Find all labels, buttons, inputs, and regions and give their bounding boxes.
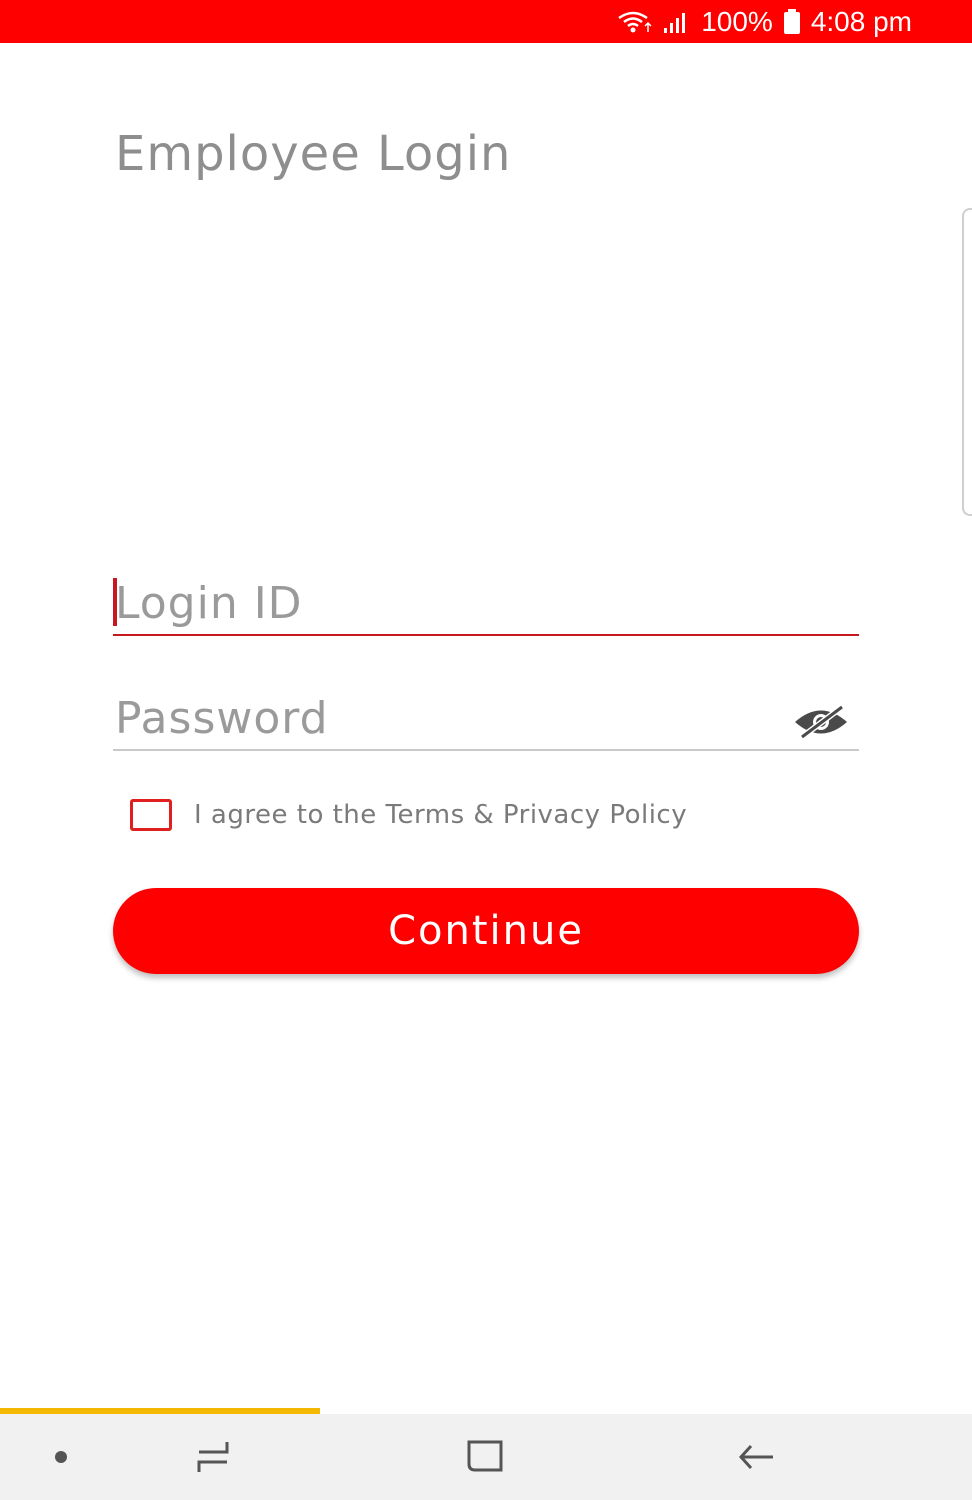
- back-icon[interactable]: [712, 1414, 802, 1500]
- agree-row[interactable]: I agree to the Terms & Privacy Policy: [130, 798, 687, 832]
- login-id-field[interactable]: [113, 572, 859, 636]
- agree-checkbox[interactable]: [130, 799, 172, 831]
- clock: 4:08 pm: [810, 5, 912, 37]
- signal-icon: [663, 10, 691, 34]
- agree-label: I agree to the Terms & Privacy Policy: [194, 800, 688, 830]
- continue-button[interactable]: Continue: [113, 888, 859, 974]
- password-input[interactable]: [113, 688, 859, 749]
- login-id-input[interactable]: [113, 572, 859, 634]
- status-bar: 100% 4:08 pm: [0, 0, 972, 43]
- recent-apps-icon[interactable]: [168, 1414, 258, 1500]
- eye-off-icon[interactable]: [791, 702, 851, 742]
- text-cursor: [113, 578, 117, 626]
- page-title: Employee Login: [115, 126, 512, 182]
- wifi-icon: [617, 10, 653, 34]
- home-icon[interactable]: [440, 1414, 530, 1500]
- battery-percent: 100%: [701, 5, 773, 37]
- edge-panel-handle[interactable]: [962, 208, 972, 516]
- status-icons: 100% 4:08 pm: [617, 0, 912, 43]
- navigation-bar: [0, 1414, 972, 1500]
- battery-icon: [783, 8, 801, 35]
- dot-icon[interactable]: [16, 1414, 106, 1500]
- password-field[interactable]: [113, 688, 859, 751]
